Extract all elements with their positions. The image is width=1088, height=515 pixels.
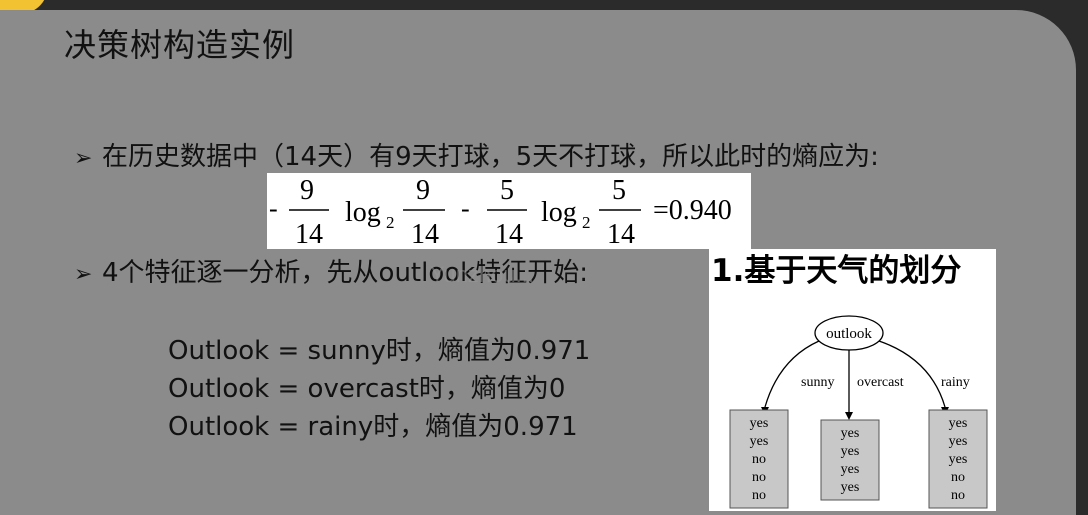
formula-log-2: log	[541, 197, 577, 228]
formula-den-1: 14	[295, 219, 323, 249]
edge-rainy	[878, 340, 946, 408]
leaf-overcast-0: yes	[841, 426, 860, 441]
formula-den-3: 14	[495, 219, 523, 249]
formula-num-2: 9	[416, 175, 430, 206]
leaf-overcast-1: yes	[841, 444, 860, 459]
leaf-overcast-3: yes	[841, 480, 860, 495]
bullet-arrow-icon: ➢	[74, 262, 93, 287]
tree-root-label: outlook	[826, 326, 872, 342]
watermark: Yunzhou...	[430, 262, 534, 287]
tree-heading: 1.基于天气的划分	[711, 253, 961, 289]
formula-num-1: 9	[300, 175, 314, 206]
leaf-rainy-3: no	[951, 470, 965, 485]
leaf-sunny-4: no	[752, 488, 766, 503]
formula-base-2: 2	[582, 213, 591, 232]
leaf-sunny-1: yes	[750, 434, 769, 449]
formula-num-4: 5	[612, 175, 626, 206]
formula-den-2: 14	[411, 219, 439, 249]
branch-label-overcast: overcast	[857, 375, 904, 390]
branch-label-rainy: rainy	[941, 375, 970, 390]
leaf-sunny-3: no	[752, 470, 766, 485]
decision-tree-figure: 1.基于天气的划分 outlook sunny overcast rainy y…	[709, 249, 996, 511]
edge-sunny	[764, 340, 820, 408]
leaf-sunny-0: yes	[750, 416, 769, 431]
leaf-overcast-2: yes	[841, 462, 860, 477]
leaf-rainy-2: yes	[949, 452, 968, 467]
entropy-formula: - 9 14 log 2 9 14 - 5 14 log 2 5 14 =0.9…	[267, 173, 751, 249]
bullet-arrow-icon: ➢	[74, 146, 93, 171]
case-sunny: Outlook = sunny时，熵值为0.971	[168, 336, 591, 366]
leaf-rainy-0: yes	[949, 416, 968, 431]
branch-label-sunny: sunny	[801, 375, 834, 390]
formula-den-4: 14	[607, 219, 635, 249]
case-rainy: Outlook = rainy时，熵值为0.971	[168, 412, 578, 442]
formula-num-3: 5	[500, 175, 514, 206]
leaf-rainy-1: yes	[949, 434, 968, 449]
slide-title: 决策树构造实例	[64, 26, 296, 64]
formula-result: =0.940	[653, 195, 732, 226]
formula-base-1: 2	[386, 213, 395, 232]
formula-sign-2: -	[461, 194, 470, 223]
leaf-sunny-2: no	[752, 452, 766, 467]
bullet-history: ➢ 在历史数据中（14天）有9天打球，5天不打球，所以此时的熵应为:	[74, 136, 879, 173]
leaf-rainy-4: no	[951, 488, 965, 503]
formula-sign-1: -	[269, 194, 278, 223]
formula-log-1: log	[345, 197, 381, 228]
bullet-history-text: 在历史数据中（14天）有9天打球，5天不打球，所以此时的熵应为:	[102, 142, 879, 172]
case-overcast: Outlook = overcast时，熵值为0	[168, 374, 566, 404]
